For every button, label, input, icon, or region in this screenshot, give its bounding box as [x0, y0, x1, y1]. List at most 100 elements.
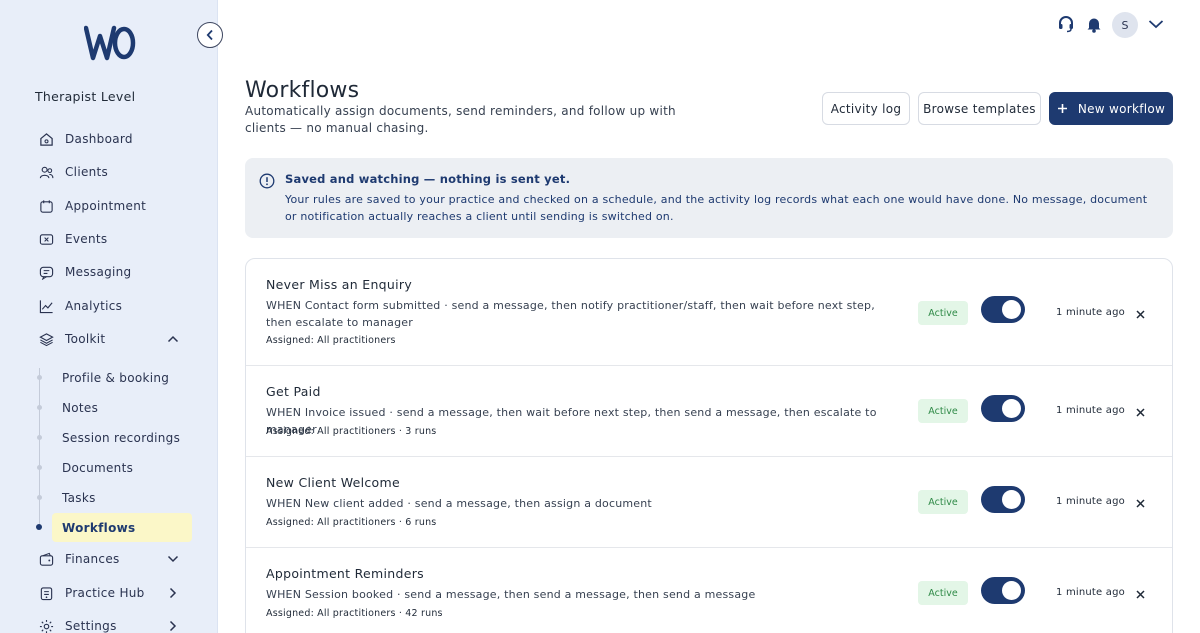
subnav-dot: [37, 465, 42, 470]
workflow-row[interactable]: Never Miss an Enquiry WHEN Contact form …: [246, 259, 1172, 366]
workflow-row[interactable]: Get Paid WHEN Invoice issued · send a me…: [246, 366, 1172, 457]
workflow-toggle[interactable]: [981, 577, 1025, 604]
workflow-assigned: Assigned: All practitioners · 6 runs: [266, 517, 437, 528]
activity-log-button[interactable]: Activity log: [822, 92, 910, 125]
sidebar-item-label: Messaging: [65, 265, 132, 279]
updated-time: 1 minute ago: [1056, 307, 1125, 318]
status-badge: Active: [918, 581, 968, 605]
sidebar-item-label: Events: [65, 232, 108, 246]
new-workflow-label: New workflow: [1077, 101, 1166, 116]
sidebar-item-label: Toolkit: [65, 332, 106, 346]
wallet-icon: [38, 551, 54, 567]
info-icon: [259, 173, 275, 189]
calendar-icon: [38, 198, 54, 214]
sidebar-item-finances[interactable]: Finances: [38, 549, 120, 569]
chevron-down-icon[interactable]: [166, 552, 180, 566]
sidebar-item-label: Appointment: [65, 199, 147, 213]
subnav-documents[interactable]: Documents: [62, 461, 133, 475]
sidebar-item-practice-hub[interactable]: Practice Hub: [38, 583, 145, 603]
bell-icon[interactable]: [1085, 15, 1103, 33]
notice-body: Your rules are saved to your practice an…: [285, 193, 1148, 223]
updated-time: 1 minute ago: [1056, 405, 1125, 416]
workflow-trigger: WHEN Contact form submitted · send a mes…: [266, 299, 875, 329]
status-badge: Active: [918, 301, 968, 325]
browse-templates-button[interactable]: Browse templates: [918, 92, 1041, 125]
sidebar: Therapist Level Dashboard Clients Appoin…: [0, 0, 218, 633]
headset-icon[interactable]: [1057, 15, 1075, 33]
sidebar-item-appointment[interactable]: Appointment: [38, 196, 146, 216]
notice-title: Saved and watching — nothing is sent yet…: [285, 172, 571, 186]
workflow-toggle[interactable]: [981, 486, 1025, 513]
workflow-row[interactable]: Appointment Reminders WHEN Session booke…: [246, 548, 1172, 633]
sidebar-item-label: Clients: [65, 165, 109, 179]
workflow-name[interactable]: Never Miss an Enquiry: [266, 277, 412, 292]
subnav-tasks[interactable]: Tasks: [62, 491, 96, 505]
sidebar-item-clients[interactable]: Clients: [38, 162, 108, 182]
sidebar-item-analytics[interactable]: Analytics: [38, 296, 122, 316]
subnav-session-recordings[interactable]: Session recordings: [62, 431, 180, 445]
status-badge: Active: [918, 399, 968, 423]
toggle-knob: [1002, 300, 1021, 319]
gear-icon: [38, 618, 54, 633]
subnav-dot: [37, 435, 42, 440]
home-icon: [38, 131, 54, 147]
close-icon[interactable]: [1134, 308, 1146, 320]
sidebar-item-messaging[interactable]: Messaging: [38, 262, 131, 282]
sidebar-item-toolkit[interactable]: Toolkit: [38, 329, 105, 349]
sidebar-item-dashboard[interactable]: Dashboard: [38, 129, 133, 149]
status-badge: Active: [918, 490, 968, 514]
chevron-up-icon[interactable]: [166, 332, 180, 346]
avatar[interactable]: S: [1112, 12, 1138, 38]
workflow-trigger: WHEN New client added · send a message, …: [266, 497, 652, 510]
sidebar-item-label: Settings: [65, 619, 117, 633]
updated-time: 1 minute ago: [1056, 587, 1125, 598]
new-workflow-button[interactable]: New workflow: [1049, 92, 1173, 125]
sidebar-item-events[interactable]: Events: [38, 229, 107, 249]
subnav-notes[interactable]: Notes: [62, 401, 98, 415]
workflow-assigned: Assigned: All practitioners: [266, 335, 396, 346]
updated-time: 1 minute ago: [1056, 496, 1125, 507]
subnav-workflows[interactable]: Workflows: [62, 521, 135, 535]
info-notice: Saved and watching — nothing is sent yet…: [245, 158, 1173, 238]
page-title: Workflows: [245, 78, 360, 103]
page-subtitle: Automatically assign documents, send rem…: [245, 104, 676, 135]
subnav-dot: [37, 375, 42, 380]
workflow-name[interactable]: Get Paid: [266, 384, 321, 399]
chevron-right-icon[interactable]: [166, 586, 180, 600]
workflow-assigned: Assigned: All practitioners · 3 runs: [266, 426, 437, 437]
plus-icon: [1057, 104, 1067, 113]
chevron-right-icon[interactable]: [166, 619, 180, 633]
chart-icon: [38, 298, 54, 314]
workflow-toggle[interactable]: [981, 296, 1025, 323]
collapse-sidebar-button[interactable]: [197, 22, 223, 48]
therapist-level-label: Therapist Level: [35, 89, 136, 104]
hub-icon: [38, 585, 54, 601]
sidebar-item-label: Analytics: [65, 299, 123, 313]
wo-logo[interactable]: [84, 24, 136, 62]
toggle-knob: [1002, 490, 1021, 509]
close-icon[interactable]: [1134, 406, 1146, 418]
workflow-toggle[interactable]: [981, 395, 1025, 422]
subnav-dot: [37, 495, 42, 500]
ticket-icon: [38, 231, 54, 247]
close-icon[interactable]: [1134, 588, 1146, 600]
subnav-dot: [37, 405, 42, 410]
workflow-row[interactable]: New Client Welcome WHEN New client added…: [246, 457, 1172, 548]
chevron-left-icon: [206, 29, 213, 41]
sidebar-item-settings[interactable]: Settings: [38, 616, 117, 633]
workflow-assigned: Assigned: All practitioners · 42 runs: [266, 608, 443, 619]
subnav-profile-booking[interactable]: Profile & booking: [62, 371, 169, 385]
toggle-knob: [1002, 581, 1021, 600]
workflow-trigger: WHEN Session booked · send a message, th…: [266, 588, 756, 601]
sidebar-item-label: Finances: [65, 552, 120, 566]
users-icon: [38, 164, 54, 180]
close-icon[interactable]: [1134, 497, 1146, 509]
toggle-knob: [1002, 399, 1021, 418]
workflow-name[interactable]: Appointment Reminders: [266, 566, 424, 581]
subnav-dot-active: [36, 524, 42, 530]
layers-icon: [38, 331, 54, 347]
chevron-down-icon[interactable]: [1147, 15, 1165, 33]
workflow-name[interactable]: New Client Welcome: [266, 475, 400, 490]
sidebar-item-label: Dashboard: [65, 132, 133, 146]
sidebar-item-label: Practice Hub: [65, 586, 145, 600]
